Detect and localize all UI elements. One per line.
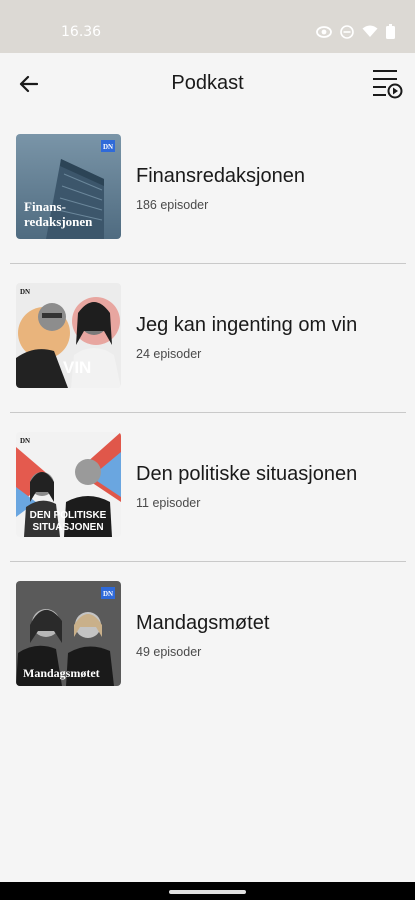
episode-count: 49 episoder — [136, 645, 202, 659]
svg-text:Finans-: Finans- — [24, 199, 66, 214]
play-queue-button[interactable] — [367, 62, 407, 104]
system-nav-bar — [0, 882, 415, 900]
podcast-cover: DN Finans- redaksjonen — [16, 134, 121, 239]
podcast-item-finansredaksjonen[interactable]: DN Finans- redaksjonen Finansredaksjonen… — [0, 115, 415, 264]
svg-text:DEN POLITISKE: DEN POLITISKE — [30, 510, 107, 521]
app-bar: Podkast — [0, 53, 415, 115]
svg-text:DN: DN — [103, 143, 113, 151]
svg-text:VIN: VIN — [63, 358, 91, 377]
podcast-title: Den politiske situasjonen — [136, 463, 358, 485]
status-icons — [316, 24, 395, 39]
playlist-play-icon — [373, 70, 403, 99]
svg-text:DN: DN — [20, 437, 30, 445]
podcast-title: Finansredaksjonen — [136, 165, 305, 187]
podcast-title: Jeg kan ingenting om vin — [136, 314, 358, 336]
svg-text:DN: DN — [103, 590, 113, 598]
status-time: 16.36 — [61, 24, 102, 40]
wifi-icon — [362, 25, 378, 37]
svg-text:SITUASJONEN: SITUASJONEN — [32, 522, 103, 533]
podcast-item-jeg-kan-ingenting-om-vin[interactable]: DN VIN Jeg kan ingenting om vin 24 episo… — [0, 264, 415, 413]
svg-text:Mandagsmøtet: Mandagsmøtet — [23, 666, 100, 680]
home-gesture-handle[interactable] — [169, 890, 246, 894]
podcast-title: Mandagsmøtet — [136, 612, 270, 634]
episode-count: 186 episoder — [136, 198, 209, 212]
podcast-cover: DN VIN — [16, 283, 121, 388]
podcast-cover: DN DEN POLITISKE SITUASJONEN — [16, 432, 121, 537]
page-title: Podkast — [171, 72, 244, 94]
minus-circle-icon — [340, 24, 354, 39]
podcast-item-den-politiske-situasjonen[interactable]: DN DEN POLITISKE SITUASJONEN Den politis… — [0, 413, 415, 562]
podcast-cover: DN Mandagsmøtet — [16, 581, 121, 686]
svg-text:DN: DN — [20, 288, 30, 296]
status-bar: 16.36 — [0, 0, 415, 53]
episode-count: 11 episoder — [136, 496, 201, 510]
podcast-item-mandagsmotet[interactable]: DN Mandagsmøtet Mandagsmøtet 49 episoder — [0, 562, 415, 711]
battery-icon — [386, 24, 395, 39]
eye-icon — [316, 25, 332, 38]
svg-text:redaksjonen: redaksjonen — [24, 214, 93, 229]
podcast-list: DN Finans- redaksjonen Finansredaksjonen… — [0, 115, 415, 711]
episode-count: 24 episoder — [136, 347, 202, 361]
